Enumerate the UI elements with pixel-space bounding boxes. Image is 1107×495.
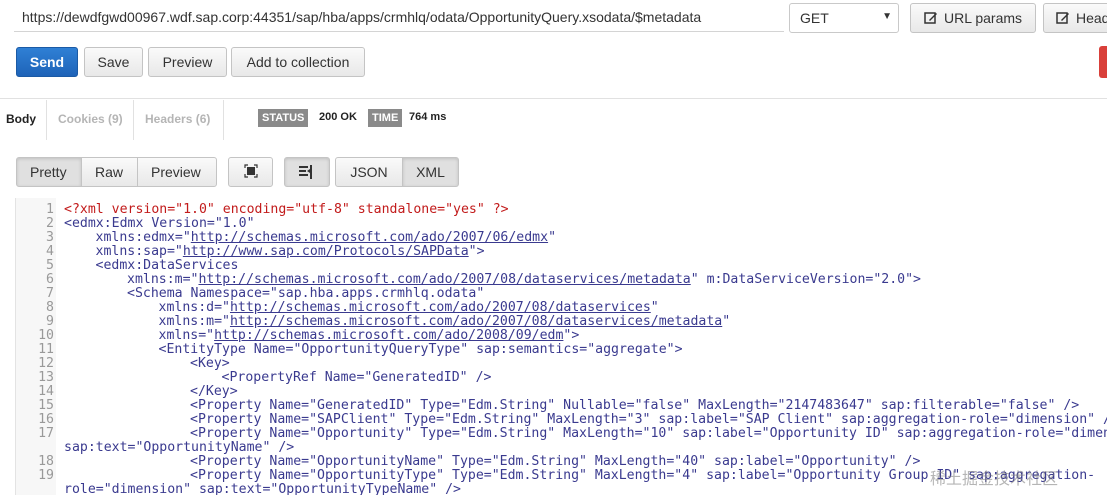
line-number: 18 [38, 454, 54, 469]
tab-cookies[interactable]: Cookies (9) [46, 100, 134, 140]
status-badge: STATUS [258, 109, 309, 127]
code-text: <Schema Namespace="sap.hba.apps.crmhlq.o… [127, 286, 485, 301]
url-input[interactable] [14, 2, 784, 32]
format-json-button[interactable]: JSON [335, 157, 403, 187]
line-number: 5 [46, 258, 54, 273]
url-params-label: URL params [943, 10, 1023, 26]
fullscreen-icon [243, 164, 258, 181]
tab-body[interactable]: Body [0, 100, 45, 140]
wrap-lines-icon [298, 165, 316, 183]
edit-icon [1056, 11, 1070, 28]
line-number: 2 [46, 216, 54, 231]
code-text: <edmx:DataServices [95, 258, 239, 273]
line-number: 14 [38, 384, 54, 399]
code-text: <Property Name="GeneratedID" Type="Edm.S… [190, 398, 1080, 413]
chevron-down-icon: ▼ [882, 11, 892, 22]
line-number: 7 [46, 286, 54, 301]
preview-view-button[interactable]: Preview [137, 157, 217, 187]
watermark: 稀土掘金技术社区 [930, 469, 1059, 488]
code-text: xmlns:sap="http://www.sap.com/Protocols/… [95, 244, 485, 259]
add-to-collection-button[interactable]: Add to collection [231, 47, 365, 77]
format-xml-button[interactable]: XML [402, 157, 459, 187]
line-number: 12 [38, 356, 54, 371]
code-text: xmlns:d="http://schemas.microsoft.com/ad… [158, 300, 659, 315]
code-text: <Property Name="OpportunityName" Type="E… [190, 454, 921, 469]
line-number: 13 [38, 370, 54, 385]
code-text: <Key> [190, 356, 230, 371]
line-number: 10 [38, 328, 54, 343]
headers-button[interactable]: Head [1043, 3, 1107, 33]
code-text: <Property Name="Opportunity" Type="Edm.S… [190, 426, 1107, 441]
preview-button[interactable]: Preview [148, 47, 227, 77]
code-text: <Property Name="SAPClient" Type="Edm.Str… [190, 412, 1107, 427]
raw-button[interactable]: Raw [81, 157, 138, 187]
reset-button[interactable] [1099, 46, 1107, 78]
code-text: sap:text="OpportunityName" /> [64, 440, 295, 455]
send-button[interactable]: Send [16, 47, 78, 77]
line-number: 8 [46, 300, 54, 315]
line-number: 19 [38, 468, 54, 483]
line-number: 17 [38, 426, 54, 441]
time-badge: TIME [368, 109, 403, 127]
url-params-button[interactable]: URL params [910, 3, 1036, 33]
method-select[interactable]: GET ▼ [789, 3, 899, 33]
code-text: xmlns:m="http://schemas.microsoft.com/ad… [127, 272, 921, 287]
status-value: 200 OK [319, 111, 357, 123]
line-number: 16 [38, 412, 54, 427]
time-value: 764 ms [409, 111, 447, 123]
code-text: <?xml version="1.0" encoding="utf-8" sta… [64, 202, 509, 217]
fullscreen-button[interactable] [228, 157, 273, 187]
divider [0, 98, 1107, 99]
pretty-button[interactable]: Pretty [16, 157, 82, 187]
line-number: 9 [46, 314, 54, 329]
response-code-viewer[interactable]: 1 <?xml version="1.0" encoding="utf-8" st… [15, 198, 1107, 495]
headers-label: Head [1076, 10, 1107, 26]
line-number: 4 [46, 244, 54, 259]
code-text: xmlns:m="http://schemas.microsoft.com/ad… [158, 314, 731, 329]
code-text: role="dimension" sap:text="OpportunityTy… [64, 482, 461, 495]
line-number: 1 [46, 202, 54, 217]
edit-icon [924, 11, 938, 28]
line-number: 15 [38, 398, 54, 413]
code-text: <edmx:Edmx Version="1.0" [64, 216, 255, 231]
code-text: xmlns:edmx="http://schemas.microsoft.com… [95, 230, 557, 245]
save-button[interactable]: Save [84, 47, 143, 77]
code-text: xmlns="http://schemas.microsoft.com/ado/… [158, 328, 580, 343]
line-number: 6 [46, 272, 54, 287]
code-text: <EntityType Name="OpportunityQueryType" … [158, 342, 683, 357]
method-value: GET [800, 10, 829, 26]
code-text: </Key> [190, 384, 238, 399]
wrap-lines-button[interactable] [284, 157, 330, 187]
line-number: 11 [38, 342, 54, 357]
tab-headers[interactable]: Headers (6) [134, 100, 224, 140]
line-number: 3 [46, 230, 54, 245]
code-text: <PropertyRef Name="GeneratedID" /> [221, 370, 492, 385]
